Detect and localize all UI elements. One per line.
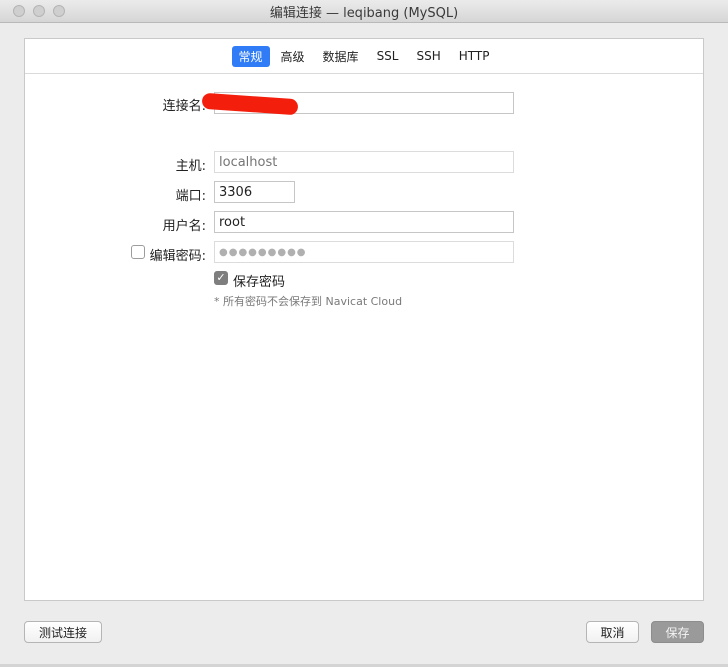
save-password-checkbox[interactable]: ✓ — [214, 271, 228, 285]
tab-databases[interactable]: 数据库 — [316, 46, 366, 67]
edit-password-label: 编辑密码: — [149, 249, 206, 264]
cloud-note: * 所有密码不会保存到 Navicat Cloud — [214, 295, 403, 308]
save-password-label: 保存密码 — [233, 275, 286, 290]
tab-ssl[interactable]: SSL — [370, 47, 406, 65]
tab-http[interactable]: HTTP — [452, 47, 497, 65]
cancel-button[interactable]: 取消 — [586, 621, 639, 643]
window-controls — [13, 5, 65, 17]
connection-name-label: 连接名: — [162, 99, 206, 114]
test-connection-button[interactable]: 测试连接 — [24, 621, 102, 643]
settings-panel: 常规 高级 数据库 SSL SSH HTTP — [24, 38, 704, 601]
tab-general[interactable]: 常规 — [231, 45, 270, 67]
window-title: 编辑连接 — leqibang (MySQL) — [269, 5, 459, 21]
tab-bar: 常规 高级 数据库 SSL SSH HTTP — [25, 39, 703, 74]
minimize-window-button[interactable] — [33, 5, 45, 17]
host-label: 主机: — [175, 159, 206, 174]
title-bar: 编辑连接 — leqibang (MySQL) — [0, 0, 728, 23]
close-window-button[interactable] — [13, 5, 25, 17]
port-input[interactable] — [214, 181, 295, 203]
zoom-window-button[interactable] — [53, 5, 65, 17]
username-input[interactable] — [214, 211, 514, 233]
tab-ssh[interactable]: SSH — [409, 47, 447, 65]
password-input[interactable] — [214, 241, 514, 263]
host-input[interactable] — [214, 151, 514, 173]
port-label: 端口: — [175, 189, 206, 204]
username-label: 用户名: — [162, 219, 206, 234]
tab-advanced[interactable]: 高级 — [274, 46, 312, 67]
save-button[interactable]: 保存 — [651, 621, 704, 643]
